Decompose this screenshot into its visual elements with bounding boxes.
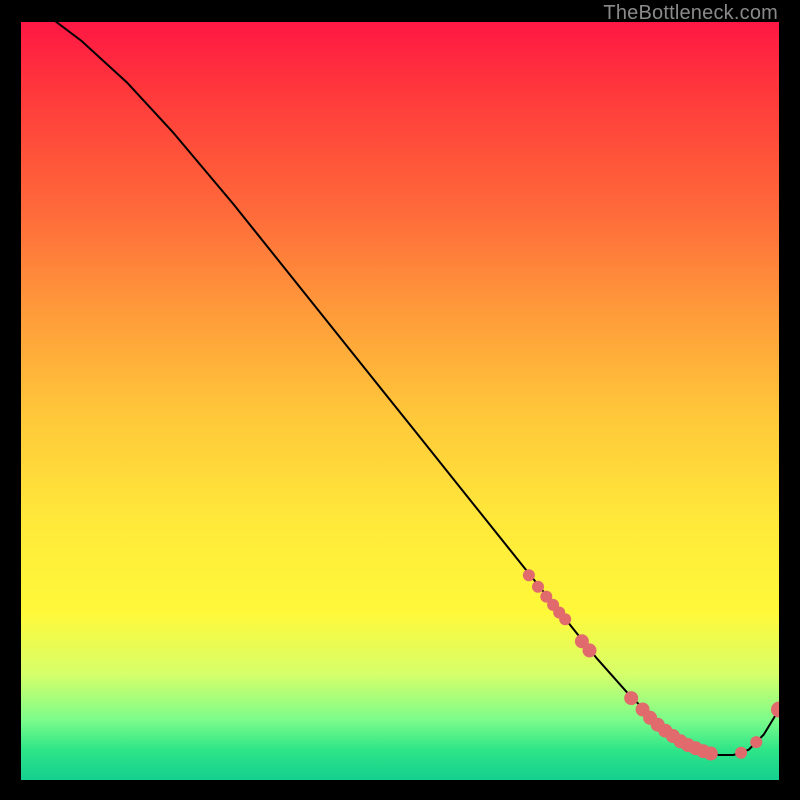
plot-area <box>21 22 779 780</box>
highlight-dot <box>523 569 535 581</box>
highlight-dot <box>735 747 747 759</box>
highlight-dot <box>771 702 779 718</box>
highlight-dots <box>523 569 779 760</box>
bottleneck-curve <box>21 22 779 755</box>
highlight-dot <box>532 581 544 593</box>
highlight-dot <box>559 613 571 625</box>
chart-svg <box>21 22 779 780</box>
highlight-dot <box>583 643 597 657</box>
highlight-dot <box>750 736 762 748</box>
highlight-dot <box>624 691 638 705</box>
chart-stage: TheBottleneck.com <box>0 0 800 800</box>
highlight-dot <box>704 747 718 761</box>
